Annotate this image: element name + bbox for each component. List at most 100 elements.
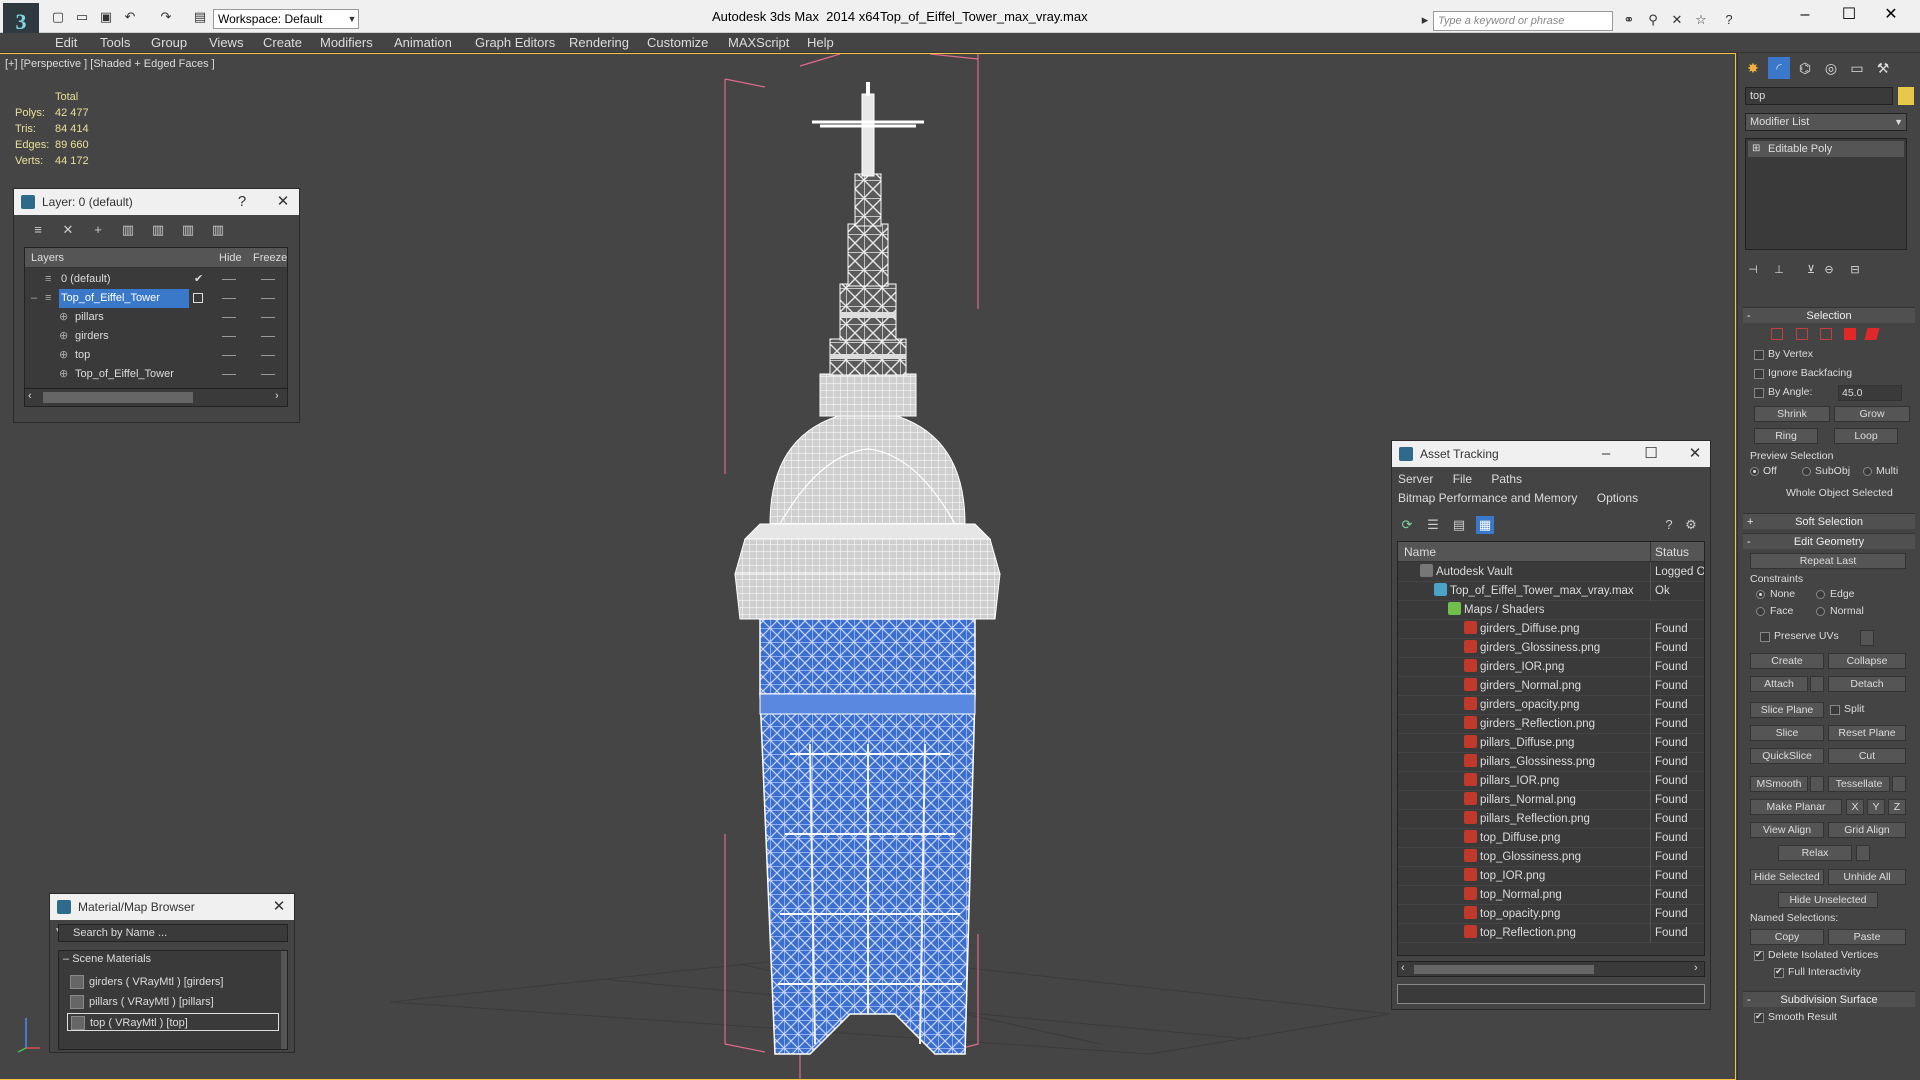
scroll-right-icon[interactable]: ›	[275, 390, 279, 402]
menu-paths[interactable]: Paths	[1491, 472, 1522, 486]
detach-button[interactable]: Detach	[1828, 676, 1906, 692]
view-align-button[interactable]: View Align	[1750, 822, 1824, 838]
modify-tab-icon[interactable]: ◜	[1768, 57, 1790, 79]
asset-row[interactable]: pillars_IOR.png Found	[1398, 772, 1704, 791]
subdivision-surface-rollout-header[interactable]: - Subdivision Surface	[1743, 991, 1915, 1007]
hide-layers-icon[interactable]: ▥	[179, 221, 197, 239]
hide-unselected-button[interactable]: Hide Unselected	[1778, 892, 1878, 908]
constraint-face-radio[interactable]	[1756, 607, 1765, 616]
workspace-dropdown[interactable]: Workspace: Default	[213, 9, 359, 29]
create-tab-icon[interactable]: ✸	[1742, 57, 1764, 79]
element-mode-icon[interactable]	[1864, 328, 1880, 340]
layer-row-top-of-eiffel-tower-object[interactable]: ⊕ Top_of_Eiffel_Tower	[25, 365, 287, 384]
create-button[interactable]: Create	[1750, 653, 1824, 669]
collapse-button[interactable]: Collapse	[1828, 653, 1906, 669]
object-name-field[interactable]: top	[1745, 87, 1893, 105]
polygon-mode-icon[interactable]	[1844, 328, 1856, 340]
collapse-icon[interactable]: -	[1747, 992, 1751, 1008]
menu-help[interactable]: Help	[807, 35, 834, 50]
asset-row[interactable]: top_Reflection.png Found	[1398, 924, 1704, 943]
edge-mode-icon[interactable]	[1796, 328, 1808, 340]
open-file-icon[interactable]: ▭	[74, 9, 90, 25]
new-file-icon[interactable]: ▢	[50, 9, 66, 25]
hide-toggle[interactable]	[222, 317, 236, 318]
collapse-icon[interactable]: -	[1747, 308, 1751, 324]
minimize-button[interactable]: –	[1595, 443, 1617, 465]
subscription-icon[interactable]: ⚲	[1644, 11, 1662, 29]
slice-button[interactable]: Slice	[1750, 725, 1824, 741]
asset-row[interactable]: top_Diffuse.png Found	[1398, 829, 1704, 848]
asset-row[interactable]: pillars_Glossiness.png Found	[1398, 753, 1704, 772]
menu-rendering[interactable]: Rendering	[569, 35, 629, 50]
grid-align-button[interactable]: Grid Align	[1828, 822, 1906, 838]
asset-row[interactable]: girders_IOR.png Found	[1398, 658, 1704, 677]
preview-subobj-radio[interactable]	[1802, 467, 1811, 476]
relax-button[interactable]: Relax	[1778, 845, 1852, 861]
hierarchy-tab-icon[interactable]: ⌬	[1794, 57, 1816, 79]
asset-row[interactable]: girders_Glossiness.png Found	[1398, 639, 1704, 658]
ignore-backfacing-checkbox[interactable]	[1754, 369, 1764, 379]
hide-toggle[interactable]	[222, 374, 236, 375]
menu-edit[interactable]: Edit	[55, 35, 77, 50]
chevron-down-icon[interactable]: ▼	[345, 10, 359, 28]
preview-off-radio[interactable]	[1750, 467, 1759, 476]
ring-button[interactable]: Ring	[1754, 428, 1818, 444]
close-icon[interactable]: ✕	[1684, 443, 1706, 465]
chevron-down-icon[interactable]: ▼	[1894, 114, 1903, 130]
freeze-toggle[interactable]	[261, 374, 275, 375]
menu-group[interactable]: Group	[151, 35, 187, 50]
collapse-icon[interactable]: -	[1747, 534, 1751, 550]
preview-multi-radio[interactable]	[1863, 467, 1872, 476]
close-window-button[interactable]: ✕	[1876, 4, 1906, 26]
remove-modifier-icon[interactable]: ⊖	[1818, 259, 1840, 281]
hide-column-header[interactable]: Hide	[219, 248, 242, 268]
delete-layer-icon[interactable]: ✕	[59, 221, 77, 239]
freeze-column-header[interactable]: Freeze	[253, 248, 287, 268]
freeze-toggle[interactable]	[261, 355, 275, 356]
preserve-uvs-checkbox[interactable]	[1760, 632, 1770, 642]
angle-spinner[interactable]: 45.0	[1838, 385, 1902, 401]
scrollbar-thumb[interactable]	[43, 392, 193, 403]
border-mode-icon[interactable]	[1820, 328, 1832, 340]
table-view-icon[interactable]: ▤	[1450, 516, 1468, 534]
menu-file[interactable]: File	[1453, 472, 1472, 486]
layer-row-top-of-eiffel-tower[interactable]: – ≡ Top_of_Eiffel_Tower	[25, 289, 287, 308]
freeze-toggle[interactable]	[261, 298, 275, 299]
delete-isolated-vertices-checkbox[interactable]	[1754, 949, 1764, 961]
vertex-mode-icon[interactable]	[1771, 328, 1783, 340]
menu-options[interactable]: Options	[1597, 491, 1638, 505]
horizontal-scrollbar[interactable]: ‹ ›	[25, 388, 287, 406]
utilities-tab-icon[interactable]: ⚒	[1872, 57, 1894, 79]
show-end-result-icon[interactable]: ⊥	[1768, 259, 1790, 281]
scroll-left-icon[interactable]: ‹	[28, 390, 32, 402]
menu-graph-editors[interactable]: Graph Editors	[475, 35, 555, 50]
shrink-button[interactable]: Shrink	[1754, 406, 1830, 422]
slice-plane-button[interactable]: Slice Plane	[1750, 702, 1824, 718]
material-item-girders[interactable]: girders ( VRayMtl ) [girders]	[67, 973, 279, 991]
settings-icon[interactable]: ⚙	[1682, 516, 1700, 534]
minimize-button[interactable]: –	[1790, 4, 1820, 26]
save-icon[interactable]: ▣	[98, 9, 114, 25]
add-layer-icon[interactable]: +	[89, 221, 107, 239]
planar-x-button[interactable]: X	[1846, 799, 1864, 815]
menu-create[interactable]: Create	[263, 35, 302, 50]
asset-row[interactable]: girders_Reflection.png Found	[1398, 715, 1704, 734]
full-interactivity-checkbox[interactable]	[1774, 966, 1784, 978]
planar-z-button[interactable]: Z	[1888, 799, 1906, 815]
menu-modifiers[interactable]: Modifiers	[320, 35, 373, 50]
attach-button[interactable]: Attach	[1750, 676, 1808, 692]
loop-button[interactable]: Loop	[1834, 428, 1898, 444]
menu-views[interactable]: Views	[209, 35, 243, 50]
tessellate-button[interactable]: Tessellate	[1828, 776, 1890, 792]
asset-row[interactable]: Maps / Shaders	[1398, 601, 1704, 620]
asset-row[interactable]: pillars_Reflection.png Found	[1398, 810, 1704, 829]
reset-plane-button[interactable]: Reset Plane	[1828, 725, 1906, 741]
horizontal-scrollbar[interactable]: ‹ ›	[1397, 961, 1705, 977]
expand-icon[interactable]: –	[31, 289, 37, 308]
list-view-icon[interactable]: ☰	[1424, 516, 1442, 534]
split-checkbox[interactable]	[1830, 705, 1840, 715]
set-current-box[interactable]	[193, 293, 203, 303]
asset-row[interactable]: top_opacity.png Found	[1398, 905, 1704, 924]
msmooth-settings-button[interactable]	[1810, 776, 1824, 792]
close-icon[interactable]: ✕	[272, 191, 294, 213]
